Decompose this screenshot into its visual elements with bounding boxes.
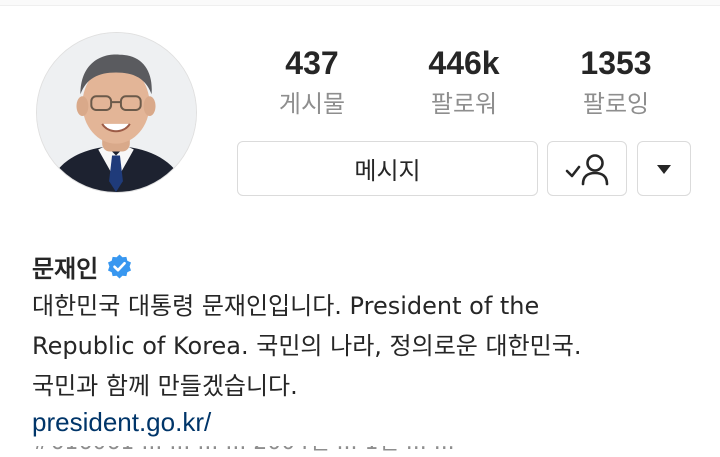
- bio-line: 대한민국 대통령 문재인입니다. President of the: [32, 292, 540, 320]
- profile-bio: 대한민국 대통령 문재인입니다. President of the Republ…: [32, 286, 692, 406]
- message-button[interactable]: 메시지: [237, 141, 538, 196]
- name-row: 문재인: [32, 248, 133, 284]
- avatar-portrait: [37, 33, 196, 192]
- message-button-label: 메시지: [354, 157, 421, 185]
- bio-line: 국민과 함께 만들겠습니다.: [32, 372, 298, 400]
- avatar[interactable]: [36, 32, 197, 193]
- website-link[interactable]: president.go.kr/: [32, 404, 211, 440]
- person-check-icon: [565, 153, 609, 185]
- following-button[interactable]: [547, 141, 627, 196]
- cutoff-text-line: #616061 ... ... ... ... 2004년 ... 1년 ...…: [32, 446, 592, 457]
- followers-count: 446k: [428, 45, 500, 81]
- profile-header: 437 게시물 446k 팔로워 1353 팔로잉 메시지 문재인 대한민국 대…: [0, 0, 720, 457]
- more-options-button[interactable]: [637, 141, 691, 196]
- profile-name: 문재인: [32, 254, 99, 283]
- cutoff-text: #616061 ... ... ... ... 2004년 ... 1년 ...…: [32, 446, 592, 454]
- top-bar-edge: [0, 0, 720, 6]
- bio-line: Republic of Korea. 국민의 나라, 정의로운 대한민국.: [32, 332, 582, 360]
- posts-label: 게시물: [278, 90, 346, 118]
- posts-count: 437: [285, 45, 339, 81]
- following-label: 팔로잉: [582, 90, 650, 118]
- stat-following[interactable]: 1353 팔로잉: [546, 44, 686, 120]
- stat-followers[interactable]: 446k 팔로워: [394, 44, 534, 120]
- caret-down-icon: [657, 164, 671, 174]
- stat-posts[interactable]: 437 게시물: [242, 44, 382, 120]
- following-count: 1353: [580, 45, 652, 81]
- followers-label: 팔로워: [430, 90, 498, 118]
- verified-badge-icon: [108, 254, 132, 278]
